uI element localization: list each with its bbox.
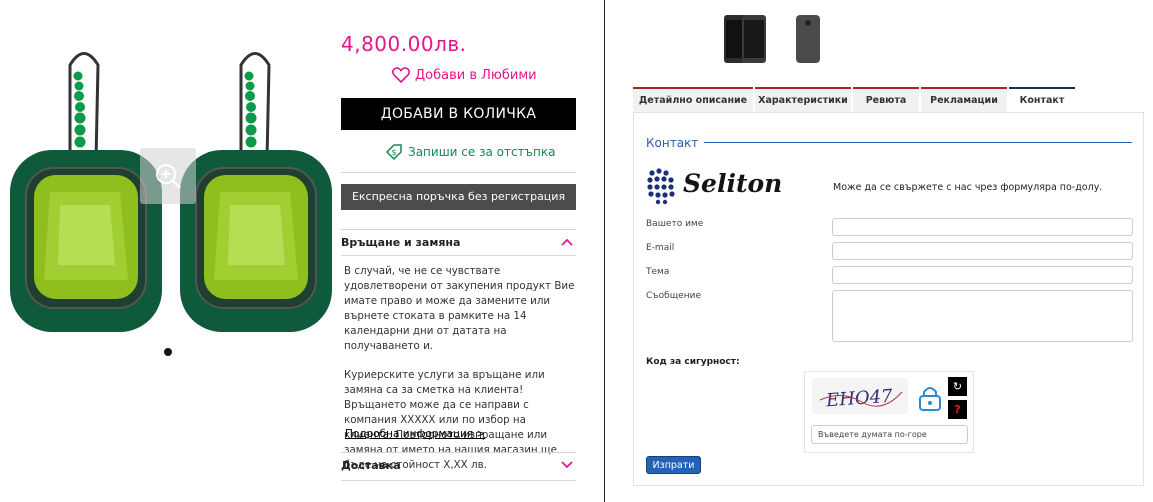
message-label: Съобщение bbox=[646, 291, 701, 301]
captcha-graphic: EHO47 bbox=[819, 386, 903, 412]
subject-input[interactable] bbox=[832, 266, 1133, 284]
refresh-captcha-button[interactable]: ↻ bbox=[948, 377, 967, 396]
send-button[interactable]: Изпрати bbox=[646, 456, 701, 474]
panel-divider bbox=[604, 0, 605, 502]
refresh-icon: ↻ bbox=[952, 380, 963, 393]
delivery-title: Доставка bbox=[341, 459, 401, 472]
email-label: E-mail bbox=[646, 243, 675, 253]
returns-content: В случай, че не се чувствате удовлетворе… bbox=[344, 264, 576, 487]
question-icon: ? bbox=[954, 403, 961, 416]
add-favorites-label: Добави в Любими bbox=[415, 67, 537, 83]
title-underline bbox=[704, 142, 1132, 143]
name-input[interactable] bbox=[832, 218, 1133, 236]
divider bbox=[341, 172, 576, 173]
returns-title: Връщане и замяна bbox=[341, 236, 461, 249]
divider bbox=[341, 452, 576, 453]
chevron-up-icon bbox=[561, 238, 573, 246]
contact-intro: Може да се свържете с нас чрез формуляра… bbox=[833, 182, 1103, 193]
tab-specifications[interactable]: Характеристики bbox=[755, 87, 851, 112]
svg-text:$: $ bbox=[391, 148, 396, 157]
discount-signup-label: Запиши се за отстъпка bbox=[408, 145, 556, 159]
name-label: Вашето име bbox=[646, 219, 704, 229]
returns-paragraph-2: Куриерските услуги за връщане или замяна… bbox=[344, 369, 557, 471]
subject-label: Тема bbox=[646, 267, 670, 277]
heart-icon bbox=[392, 67, 410, 83]
tab-reviews[interactable]: Ревюта bbox=[853, 87, 919, 112]
tag-icon: $ bbox=[385, 144, 402, 161]
phone-thumbnail-2[interactable] bbox=[794, 12, 822, 70]
audio-captcha-button[interactable] bbox=[918, 384, 942, 416]
phone-image bbox=[796, 15, 820, 63]
phone-thumbnail-1[interactable] bbox=[720, 12, 770, 70]
tab-complaints[interactable]: Рекламации bbox=[921, 87, 1007, 112]
add-favorites-link[interactable]: Добави в Любими bbox=[392, 67, 537, 83]
returns-accordion-header[interactable]: Връщане и замяна bbox=[341, 236, 576, 250]
add-to-cart-button[interactable]: ДОБАВИ В КОЛИЧКА bbox=[341, 98, 576, 130]
express-order-button[interactable]: Експресна поръчка без регистрация bbox=[341, 184, 576, 210]
returns-paragraph-1: В случай, че не се чувствате удовлетворе… bbox=[344, 265, 575, 352]
captcha-input[interactable]: Въведете думата по-горе bbox=[811, 425, 968, 444]
phone-image bbox=[724, 15, 766, 63]
more-info-link[interactable]: Подробна информация > bbox=[345, 428, 485, 440]
delivery-accordion-header[interactable]: Доставка bbox=[341, 459, 576, 473]
zoom-button[interactable] bbox=[140, 148, 196, 204]
captcha-image: EHO47 bbox=[812, 378, 908, 414]
message-textarea[interactable] bbox=[832, 290, 1133, 342]
product-price: 4,800.00лв. bbox=[341, 32, 467, 56]
email-input[interactable] bbox=[832, 242, 1133, 260]
product-panel: 4,800.00лв. Добави в Любими ДОБАВИ В КОЛ… bbox=[0, 0, 604, 502]
divider bbox=[341, 255, 576, 256]
security-code-label: Код за сигурност: bbox=[646, 357, 740, 367]
gallery-dot[interactable] bbox=[164, 348, 172, 356]
zoom-in-icon bbox=[156, 164, 181, 189]
contact-title: Контакт bbox=[646, 136, 699, 150]
lock-icon bbox=[919, 387, 941, 411]
logo-text: Seliton bbox=[683, 169, 783, 198]
discount-signup-link[interactable]: $ Запиши се за отстъпка bbox=[385, 143, 555, 161]
captcha-text: EHO47 bbox=[825, 386, 894, 412]
tab-contact[interactable]: Контакт bbox=[1009, 87, 1075, 112]
chevron-down-icon bbox=[561, 461, 573, 469]
divider bbox=[341, 229, 576, 230]
seliton-logo: Seliton bbox=[646, 165, 791, 209]
tab-detailed-description[interactable]: Детайлно описание bbox=[633, 87, 753, 112]
captcha-help-button[interactable]: ? bbox=[948, 400, 967, 419]
divider bbox=[341, 480, 576, 481]
